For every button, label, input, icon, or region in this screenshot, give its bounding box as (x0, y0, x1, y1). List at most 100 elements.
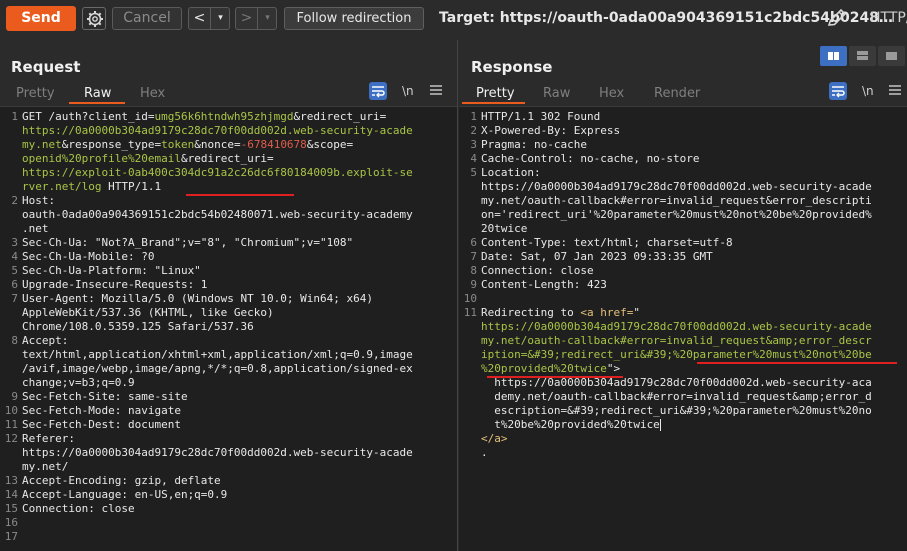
line-number: 4 (470, 152, 477, 165)
response-editor[interactable]: 1 HTTP/1.1 302 Found 2 X-Powered-By: Expres… (459, 106, 907, 551)
response-line: escription=&#39;redirect_uri&#39;%20para… (459, 404, 907, 418)
request-line: my.net&response_type=token&nonce=-678410… (0, 138, 457, 152)
back-history-dropdown[interactable]: ▾ (210, 8, 230, 29)
target-display[interactable]: Target: https://oauth-0ada00a904369151c2… (439, 10, 893, 26)
forward-button[interactable]: > (236, 8, 257, 29)
line-text: change;v=b3;q=0.9 (22, 376, 457, 390)
line-text: my.net&response_type=token&nonce=-678410… (22, 138, 457, 152)
line-text: Connection: close (481, 264, 907, 278)
code-token: my.net/ (22, 460, 69, 473)
response-line: 6 Content-Type: text/html; charset=utf-8 (459, 236, 907, 250)
response-line: . (459, 446, 907, 460)
code-token: Connection: close (481, 264, 594, 277)
response-tab-render[interactable]: Render (654, 86, 700, 101)
back-navigation: < ▾ (188, 7, 230, 30)
response-panel: Response Pretty Raw Hex Render \n 1 HTTP/… (459, 40, 907, 551)
response-tab-raw[interactable]: Raw (543, 86, 570, 101)
active-tab-underline (462, 102, 525, 104)
line-number (0, 460, 22, 474)
toolbar: Send Cancel < ▾ > ▾ Follow redirection T… (0, 0, 907, 38)
line-text: Referer: (22, 432, 457, 446)
response-line: my.net/oauth-callback#error=invalid_requ… (459, 334, 907, 348)
line-number: 2 (470, 124, 477, 137)
wrap-icon (832, 86, 845, 98)
line-text: https://0a0000b304ad9179c28dc70f00dd002d… (22, 124, 457, 138)
response-tab-hex[interactable]: Hex (599, 86, 624, 101)
line-text: X-Powered-By: Express (481, 124, 907, 138)
request-line: .net (0, 222, 457, 236)
line-text: HTTP/1.1 302 Found (481, 110, 907, 124)
line-number (0, 446, 22, 460)
line-text: on='redirect_uri'%20parameter%20must%20n… (481, 208, 907, 222)
code-token: my.net (22, 138, 62, 151)
line-number: 11 (4, 418, 18, 431)
send-button[interactable]: Send (6, 6, 76, 31)
request-editor[interactable]: 1 GET /auth?client_id=umg56k6htndwh95zhjm… (0, 106, 457, 551)
line-number (0, 180, 22, 194)
code-token: change;v=b3;q=0.9 (22, 376, 135, 389)
request-tab-pretty[interactable]: Pretty (16, 86, 55, 101)
settings-button[interactable] (82, 7, 106, 30)
code-token: " (633, 306, 640, 319)
response-line: demy.net/oauth-callback#error=invalid_re… (459, 390, 907, 404)
request-wrap-toggle[interactable] (369, 82, 387, 100)
line-text: my.net/oauth-callback#error=invalid_requ… (481, 334, 907, 348)
request-tab-raw[interactable]: Raw (84, 86, 111, 101)
request-newline-toggle[interactable]: \n (402, 84, 414, 102)
line-text: oauth-0ada00a904369151c2bdc54b02480071.w… (22, 208, 457, 222)
line-text: Sec-Fetch-Dest: document (22, 418, 457, 432)
layout-icon (828, 52, 839, 60)
edit-target-button[interactable] (826, 8, 848, 32)
line-number (459, 418, 481, 432)
response-menu-button[interactable] (889, 83, 901, 101)
layout-split-horizontal-button[interactable] (820, 46, 847, 66)
code-token: X-Powered-By: Express (481, 124, 621, 137)
forward-history-dropdown[interactable]: ▾ (257, 8, 277, 29)
line-text: my.net/oauth-callback#error=invalid_requ… (481, 194, 907, 208)
line-number (0, 348, 22, 362)
request-tabs: Pretty Raw Hex (0, 82, 457, 104)
code-token: my.net/oauth-callback#error=invalid_requ… (481, 334, 872, 347)
line-number: 8 (470, 264, 477, 277)
response-line: 5 Location: (459, 166, 907, 180)
response-line: %20provided%20twice"> (459, 362, 907, 376)
code-token: Sec-Ch-Ua: "Not?A_Brand";v="8", "Chromiu… (22, 236, 354, 249)
request-line: rver.net/log HTTP/1.1 (0, 180, 457, 194)
error-description-underline (487, 376, 623, 378)
back-button[interactable]: < (189, 8, 210, 29)
line-number (0, 222, 22, 236)
code-token: Sec-Fetch-Mode: navigate (22, 404, 181, 417)
follow-redirection-button[interactable]: Follow redirection (284, 7, 424, 30)
code-token: oauth-0ada00a904369151c2bdc54b02480071.w… (22, 208, 413, 221)
line-text (481, 292, 907, 306)
http-version-label[interactable]: HTTP/ (870, 10, 907, 26)
response-tab-pretty[interactable]: Pretty (476, 86, 515, 101)
response-line: </a> (459, 432, 907, 446)
code-token: "> (606, 362, 621, 375)
line-number (459, 362, 481, 376)
line-number: 8 (11, 334, 18, 347)
line-number (0, 362, 22, 376)
code-token: User-Agent: Mozilla/5.0 (Windows NT 10.0… (22, 292, 373, 305)
response-newline-toggle[interactable]: \n (862, 84, 874, 102)
line-number (0, 124, 22, 138)
layout-split-vertical-button[interactable] (849, 46, 876, 66)
code-token: Sec-Fetch-Dest: document (22, 418, 181, 431)
line-number: 6 (470, 236, 477, 249)
response-line: 7 Date: Sat, 07 Jan 2023 09:33:35 GMT (459, 250, 907, 264)
code-token: <a href= (580, 306, 634, 319)
cancel-button[interactable]: Cancel (112, 7, 182, 30)
line-text: escription=&#39;redirect_uri&#39;%20para… (481, 404, 907, 418)
response-line: on='redirect_uri'%20parameter%20must%20n… (459, 208, 907, 222)
response-wrap-toggle[interactable] (829, 82, 847, 100)
layout-tabs-button[interactable] (878, 46, 905, 66)
request-panel: Request Pretty Raw Hex \n 1 GET /auth?cli… (0, 40, 458, 551)
code-token: Accept-Encoding: gzip, deflate (22, 474, 221, 487)
code-token: https://exploit-0ab400c304dc91a2c26dc6f8… (22, 166, 413, 179)
line-text: Chrome/108.0.5359.125 Safari/537.36 (22, 320, 457, 334)
request-line: 12 Referer: (0, 432, 457, 446)
request-tab-hex[interactable]: Hex (140, 86, 165, 101)
request-menu-button[interactable] (430, 83, 442, 101)
line-text: Accept: (22, 334, 457, 348)
layout-icon (886, 52, 897, 60)
